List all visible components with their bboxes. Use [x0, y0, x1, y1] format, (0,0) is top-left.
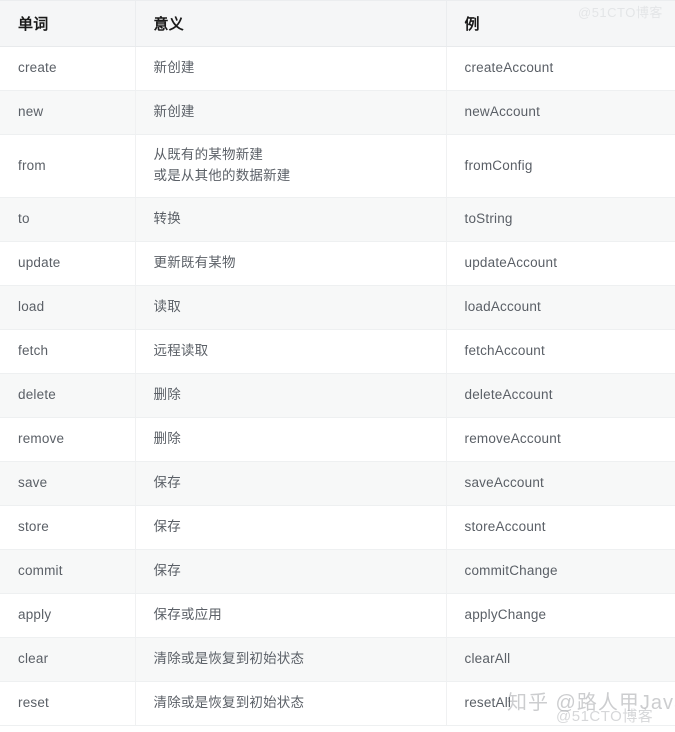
- cell-word: to: [0, 197, 136, 242]
- table-row: create 新创建 createAccount: [0, 46, 675, 91]
- column-header-word: 单词: [0, 0, 136, 47]
- cell-meaning: 转换: [135, 197, 447, 242]
- cell-word: load: [0, 285, 136, 330]
- table-row: store 保存 storeAccount: [0, 505, 675, 550]
- table-row: load 读取 loadAccount: [0, 285, 675, 330]
- cell-meaning: 保存: [135, 461, 447, 506]
- cell-meaning: 保存: [135, 505, 447, 550]
- table-row: clear 清除或是恢复到初始状态 clearAll: [0, 637, 675, 682]
- cell-meaning: 远程读取: [135, 329, 447, 374]
- cell-word: update: [0, 241, 136, 286]
- cell-meaning: 新创建: [135, 46, 447, 91]
- table-body: create 新创建 createAccount new 新创建 newAccount fr…: [0, 46, 675, 726]
- cell-example: createAccount: [446, 46, 675, 91]
- cell-word: delete: [0, 373, 136, 418]
- cell-word: fetch: [0, 329, 136, 374]
- cell-meaning: 删除: [135, 373, 447, 418]
- cell-meaning: 清除或是恢复到初始状态: [135, 637, 447, 682]
- cell-word: new: [0, 90, 136, 135]
- cell-example: saveAccount: [446, 461, 675, 506]
- column-header-meaning: 意义: [135, 0, 447, 47]
- cell-example: fromConfig: [446, 134, 675, 198]
- cell-example: applyChange: [446, 593, 675, 638]
- cell-example: removeAccount: [446, 417, 675, 462]
- table-row: new 新创建 newAccount: [0, 90, 675, 135]
- cell-word: create: [0, 46, 136, 91]
- table-row: delete 删除 deleteAccount: [0, 373, 675, 418]
- cell-meaning: 保存: [135, 549, 447, 594]
- cell-meaning: 保存或应用: [135, 593, 447, 638]
- cell-meaning: 删除: [135, 417, 447, 462]
- cell-example: newAccount: [446, 90, 675, 135]
- table-row: remove 删除 removeAccount: [0, 417, 675, 462]
- cell-meaning: 从既有的某物新建 或是从其他的数据新建: [135, 134, 447, 198]
- column-header-example: 例: [446, 0, 675, 47]
- cell-meaning: 清除或是恢复到初始状态: [135, 681, 447, 726]
- vocabulary-table: 单词 意义 例 create 新创建 createAccount new 新创建 newA…: [0, 0, 675, 726]
- table-row: to 转换 toString: [0, 197, 675, 242]
- cell-word: remove: [0, 417, 136, 462]
- cell-example: storeAccount: [446, 505, 675, 550]
- cell-meaning: 读取: [135, 285, 447, 330]
- cell-word: clear: [0, 637, 136, 682]
- cell-word: reset: [0, 681, 136, 726]
- cell-word: apply: [0, 593, 136, 638]
- table-row: save 保存 saveAccount: [0, 461, 675, 506]
- table-row: commit 保存 commitChange: [0, 549, 675, 594]
- cell-example: resetAll: [446, 681, 675, 726]
- table-header: 单词 意义 例: [0, 0, 675, 47]
- table-row: fetch 远程读取 fetchAccount: [0, 329, 675, 374]
- cell-word: store: [0, 505, 136, 550]
- cell-example: toString: [446, 197, 675, 242]
- cell-example: loadAccount: [446, 285, 675, 330]
- cell-example: commitChange: [446, 549, 675, 594]
- cell-word: commit: [0, 549, 136, 594]
- vocabulary-table-container: 单词 意义 例 create 新创建 createAccount new 新创建 newA…: [0, 0, 675, 732]
- table-row: apply 保存或应用 applyChange: [0, 593, 675, 638]
- cell-example: clearAll: [446, 637, 675, 682]
- cell-word: save: [0, 461, 136, 506]
- table-header-row: 单词 意义 例: [0, 0, 675, 47]
- cell-word: from: [0, 134, 136, 198]
- cell-meaning: 新创建: [135, 90, 447, 135]
- table-row: from 从既有的某物新建 或是从其他的数据新建 fromConfig: [0, 134, 675, 198]
- cell-example: updateAccount: [446, 241, 675, 286]
- cell-example: fetchAccount: [446, 329, 675, 374]
- table-row: update 更新既有某物 updateAccount: [0, 241, 675, 286]
- cell-example: deleteAccount: [446, 373, 675, 418]
- table-row: reset 清除或是恢复到初始状态 resetAll: [0, 681, 675, 726]
- cell-meaning: 更新既有某物: [135, 241, 447, 286]
